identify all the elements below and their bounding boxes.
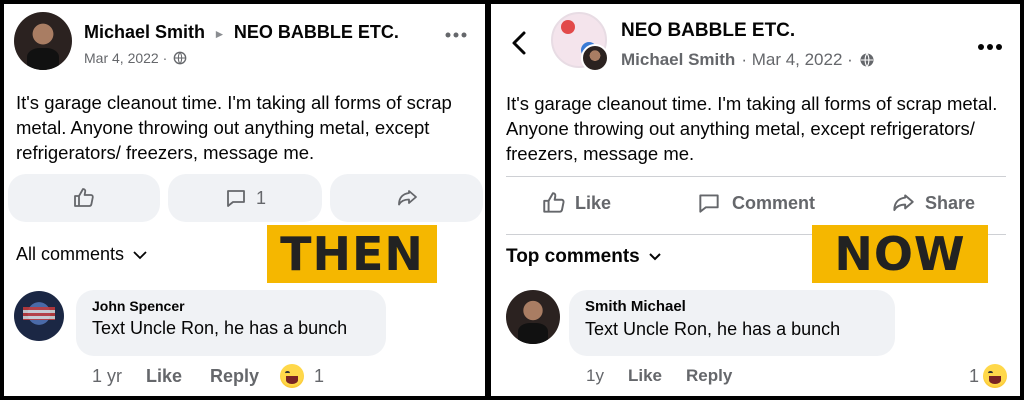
comment-count: 1: [255, 187, 266, 208]
like-label: Like: [575, 192, 612, 213]
thumbs-up-icon: [541, 190, 567, 216]
reaction-count: 1: [969, 366, 980, 386]
comment-bubble: John Spencer Text Uncle Ron, he has a bu…: [76, 290, 386, 356]
comment-text: Text Uncle Ron, he has a bunch: [585, 319, 841, 339]
share-label: Share: [925, 192, 976, 213]
like-button[interactable]: [8, 174, 160, 222]
badge-label: NOW: [834, 227, 966, 281]
comment-button[interactable]: Comment: [696, 190, 815, 216]
reaction-count: 1: [314, 366, 325, 386]
sort-label: Top comments: [506, 246, 640, 267]
chevron-down-icon: [132, 250, 148, 260]
commenter-name[interactable]: John Spencer: [92, 298, 370, 314]
comment-button[interactable]: 1: [168, 174, 322, 222]
post-header: Michael Smith ► NEO BABBLE ETC.: [84, 22, 399, 43]
commenter-avatar[interactable]: [506, 290, 560, 344]
comment-sort[interactable]: Top comments: [506, 246, 662, 268]
post-date[interactable]: · Mar 4, 2022 ·: [741, 50, 853, 70]
share-icon: [395, 186, 419, 210]
back-icon[interactable]: [511, 30, 527, 61]
comment-like-link[interactable]: Like: [146, 366, 182, 387]
commenter-name[interactable]: Smith Michael: [585, 298, 879, 315]
arrow-icon: ►: [213, 27, 226, 41]
comment-bubble: Smith Michael Text Uncle Ron, he has a b…: [569, 290, 895, 356]
share-button[interactable]: Share: [889, 190, 975, 216]
globe-icon: [859, 52, 875, 68]
comment-icon: [224, 186, 248, 210]
now-badge: NOW: [812, 225, 988, 283]
comment-reply-link[interactable]: Reply: [210, 366, 259, 387]
post-meta: Michael Smith · Mar 4, 2022 ·: [621, 50, 875, 70]
author-mini-avatar: [581, 44, 609, 72]
like-button[interactable]: Like: [541, 190, 611, 216]
globe-icon: [173, 51, 187, 65]
comment-text: Text Uncle Ron, he has a bunch: [92, 318, 348, 338]
group-name[interactable]: NEO BABBLE ETC.: [621, 20, 795, 42]
post-body: It's garage cleanout time. I'm taking al…: [506, 93, 998, 164]
now-panel: NEO BABBLE ETC. Michael Smith · Mar 4, 2…: [491, 4, 1020, 396]
more-icon[interactable]: [977, 38, 1003, 56]
post-date[interactable]: Mar 4, 2022 ·: [84, 50, 167, 66]
more-icon[interactable]: [444, 26, 468, 44]
comment-like-link[interactable]: Like: [628, 366, 662, 386]
comment-age: 1 yr: [92, 366, 123, 386]
comment-label: Comment: [732, 192, 816, 213]
share-button[interactable]: [330, 174, 483, 222]
group-name[interactable]: NEO BABBLE ETC.: [234, 22, 399, 42]
comment-sort[interactable]: All comments: [16, 244, 148, 265]
post-meta: Mar 4, 2022 ·: [84, 50, 187, 66]
comment-actions: 1 yr Like Reply: [92, 366, 271, 387]
author-name[interactable]: Michael Smith: [84, 22, 205, 42]
haha-emoji-icon[interactable]: [983, 364, 1007, 388]
comment-age: 1y: [586, 366, 604, 385]
divider: [506, 176, 1006, 177]
sort-label: All comments: [16, 244, 125, 264]
comment-actions: 1y Like Reply: [586, 366, 732, 386]
then-badge: THEN: [267, 225, 437, 283]
share-icon: [889, 190, 917, 216]
chevron-down-icon: [648, 252, 662, 262]
comment-reply-link[interactable]: Reply: [686, 366, 732, 386]
author-name[interactable]: Michael Smith: [621, 50, 735, 70]
then-panel: Michael Smith ► NEO BABBLE ETC. Mar 4, 2…: [4, 4, 485, 396]
comment-icon: [696, 190, 722, 216]
badge-label: THEN: [280, 227, 424, 281]
commenter-avatar[interactable]: [14, 291, 64, 341]
author-avatar[interactable]: [14, 12, 72, 70]
haha-emoji-icon[interactable]: [280, 364, 304, 388]
post-body: It's garage cleanout time. I'm taking al…: [16, 92, 452, 163]
thumbs-up-icon: [72, 186, 96, 210]
